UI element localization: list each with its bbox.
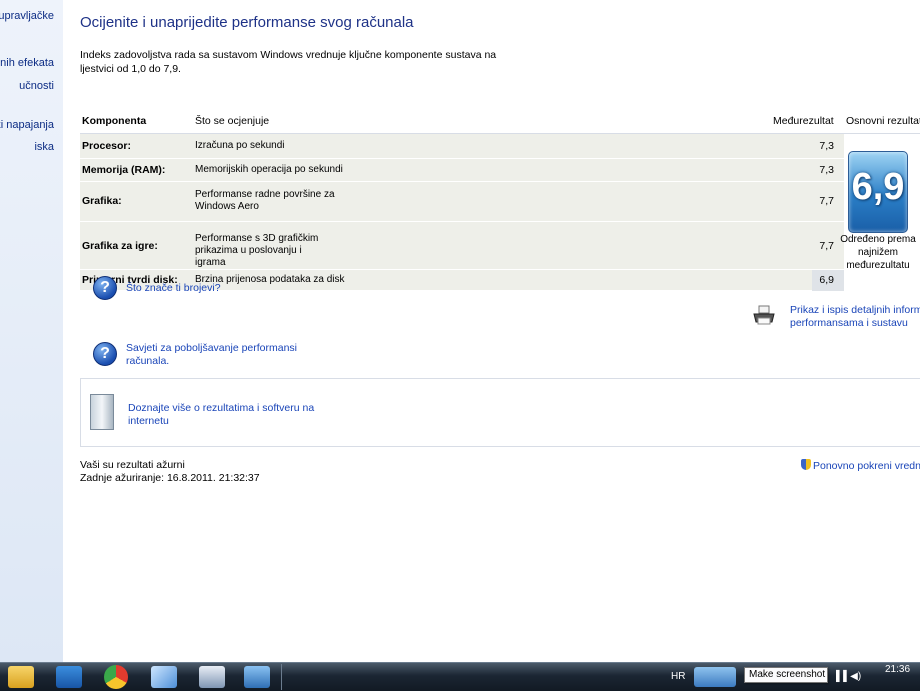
question-icon[interactable]: ? bbox=[93, 276, 117, 300]
base-score-note: Određeno prema najnižem međurezultatu bbox=[840, 234, 916, 271]
explorer-icon[interactable] bbox=[8, 666, 34, 688]
media-player-icon[interactable] bbox=[56, 666, 82, 688]
status-up-to-date: Vaši su rezultati ažurni bbox=[80, 459, 185, 471]
table-row: Grafika za igre: Performanse s 3D grafič… bbox=[80, 221, 844, 270]
online-info-panel: Doznajte više o rezultatima i softveru n… bbox=[80, 378, 920, 447]
base-score-column: 6,9 Određeno prema najnižem međurezultat… bbox=[840, 134, 920, 290]
tooltip: Make screenshot bbox=[744, 667, 828, 683]
sidebar-link-power-options[interactable]: učnosti bbox=[19, 80, 54, 92]
row-component: Memorija (RAM): bbox=[82, 164, 166, 176]
row-subscore: 7,3 bbox=[819, 140, 834, 152]
language-indicator[interactable]: HR bbox=[671, 671, 685, 682]
row-component: Grafika za igre: bbox=[82, 240, 158, 252]
header-rates: Što se ocjenjuje bbox=[195, 115, 270, 127]
rerun-label: Ponovno pokreni vrednova bbox=[813, 460, 920, 472]
printer-icon[interactable] bbox=[753, 305, 775, 325]
header-subscore: Međurezultat bbox=[773, 115, 834, 127]
what-numbers-mean-link[interactable]: Što znače ti brojevi? bbox=[126, 282, 221, 295]
print-details-link-line1[interactable]: Prikaz i ispis detaljnih informacija bbox=[790, 304, 920, 317]
score-table: Komponenta Što se ocjenjuje Međurezultat… bbox=[80, 110, 920, 291]
learn-more-link-line1[interactable]: Doznajte više o rezultatima i softveru n… bbox=[128, 402, 314, 415]
calculator-icon[interactable] bbox=[199, 666, 225, 688]
table-header: Komponenta Što se ocjenjuje Međurezultat… bbox=[80, 110, 920, 134]
question-icon[interactable]: ? bbox=[93, 342, 117, 366]
volume-icon[interactable]: ▌▌◀) bbox=[836, 671, 861, 682]
table-row: Grafika: Performanse radne površine za W… bbox=[80, 181, 844, 222]
learn-more-link-line2[interactable]: internetu bbox=[128, 415, 169, 428]
status-text: Vaši su rezultati ažurni Zadnje ažuriran… bbox=[80, 459, 260, 485]
rerun-assessment-link[interactable]: Ponovno pokreni vrednova bbox=[801, 459, 920, 472]
chrome-icon[interactable] bbox=[104, 665, 128, 689]
row-rates: Performanse s 3D grafičkim prikazima u p… bbox=[195, 233, 319, 268]
header-base-score: Osnovni rezultat bbox=[846, 115, 920, 127]
table-body: Procesor: Izračuna po sekundi 7,3 Memori… bbox=[80, 134, 844, 291]
row-component: Procesor: bbox=[82, 140, 132, 152]
last-update: Zadnje ažuriranje: 16.8.2011. 21:32:37 bbox=[80, 472, 260, 484]
uac-shield-icon bbox=[801, 459, 811, 470]
clock[interactable]: 21:36 bbox=[885, 664, 910, 675]
row-component: Grafika: bbox=[82, 195, 122, 207]
tips-link-line1[interactable]: Savjeti za poboljšavanje performansi bbox=[126, 342, 297, 355]
control-panel-icon[interactable] bbox=[244, 666, 270, 688]
sidebar-link-power-plan[interactable]: vki napajanja bbox=[0, 119, 54, 131]
base-score-badge: 6,9 bbox=[848, 151, 908, 233]
tray-app-icon[interactable] bbox=[694, 667, 736, 687]
row-rates: Performanse radne površine za Windows Ae… bbox=[195, 189, 335, 212]
table-row: Memorija (RAM): Memorijskih operacija po… bbox=[80, 158, 844, 182]
taskbar-divider bbox=[281, 664, 282, 690]
page-description: Indeks zadovoljstva rada sa sustavom Win… bbox=[80, 49, 497, 75]
left-sidebar: upravljačke lnih efekata učnosti vki nap… bbox=[0, 0, 63, 662]
sidebar-link-effects[interactable]: lnih efekata bbox=[0, 57, 54, 69]
header-component: Komponenta bbox=[82, 115, 147, 127]
table-row: Procesor: Izračuna po sekundi 7,3 bbox=[80, 134, 844, 158]
software-box-icon bbox=[90, 394, 114, 430]
row-subscore: 7,7 bbox=[819, 195, 834, 207]
page-title: Ocijenite i unaprijedite performanse svo… bbox=[80, 14, 414, 31]
tips-link-line2[interactable]: računala. bbox=[126, 355, 169, 368]
print-details-link-line2[interactable]: performansama i sustavu bbox=[790, 317, 908, 330]
main-content: Ocijenite i unaprijedite performanse svo… bbox=[63, 0, 920, 662]
sidebar-link-control[interactable]: upravljačke bbox=[0, 10, 54, 22]
row-subscore: 7,3 bbox=[819, 164, 834, 176]
row-rates: Memorijskih operacija po sekundi bbox=[195, 164, 343, 175]
row-rates: Izračuna po sekundi bbox=[195, 140, 285, 151]
sidebar-link-disk[interactable]: iska bbox=[34, 141, 54, 153]
row-subscore: 6,9 bbox=[819, 274, 834, 286]
pen-tool-icon[interactable] bbox=[151, 666, 177, 688]
base-score-value: 6,9 bbox=[851, 166, 905, 208]
row-subscore: 7,7 bbox=[819, 240, 834, 252]
